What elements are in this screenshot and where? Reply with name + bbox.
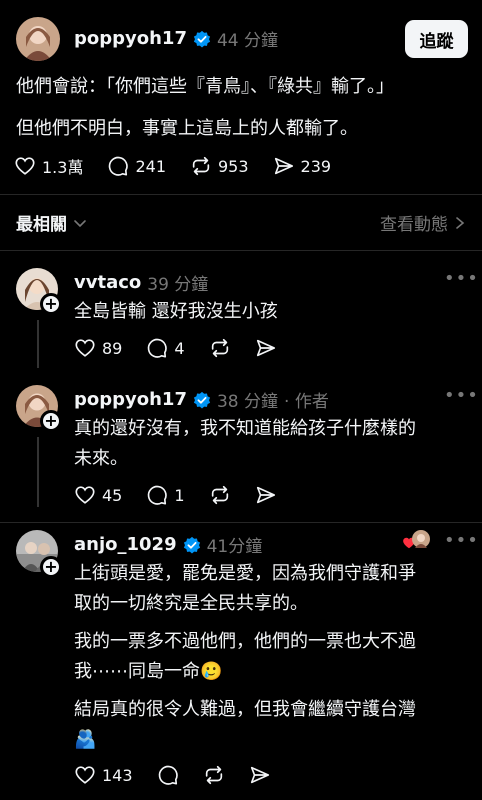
share-button[interactable] — [249, 764, 271, 786]
reply-body-line: 全島皆輸 還好我沒生小孩 — [74, 301, 278, 322]
view-activity-label: 查看動態 — [380, 215, 448, 235]
share-button[interactable] — [255, 484, 277, 506]
reply-body-line: 真的還好沒有，我不知道能給孩子什麼樣的 — [74, 418, 416, 439]
heart-icon — [75, 486, 95, 504]
reply-body-line: 未來。 — [74, 448, 128, 469]
avatar[interactable] — [16, 17, 60, 61]
reply-actions: 143 — [74, 764, 295, 786]
comment-button[interactable]: 241 — [107, 155, 166, 177]
repost-count: 953 — [218, 156, 249, 176]
view-activity-link[interactable]: 查看動態 — [380, 210, 466, 235]
repost-button[interactable] — [203, 764, 225, 786]
post-time: 44 分鐘 — [216, 31, 279, 51]
divider — [0, 522, 482, 523]
share-count: 239 — [300, 156, 332, 176]
repost-button[interactable] — [209, 337, 231, 359]
follow-button-label: 追蹤 — [419, 31, 454, 52]
more-options-icon[interactable]: ••• — [444, 268, 479, 289]
repost-icon — [211, 338, 228, 358]
send-icon — [250, 766, 269, 784]
post-username[interactable]: poppyoh17 — [74, 28, 187, 49]
comment-count: 4 — [174, 338, 185, 358]
comment-count: 241 — [135, 156, 166, 176]
repost-button[interactable]: 953 — [190, 155, 249, 177]
heart-icon — [75, 766, 95, 784]
verified-badge-icon — [193, 391, 211, 408]
verified-badge-icon — [183, 536, 200, 553]
more-options-icon[interactable]: ••• — [444, 530, 479, 551]
comment-icon — [148, 485, 168, 505]
reply-username[interactable]: vvtaco — [74, 272, 141, 293]
follow-plus-icon[interactable]: + — [40, 410, 62, 432]
sort-dropdown[interactable]: 最相關 — [16, 210, 87, 235]
verified-badge-icon — [193, 30, 211, 47]
chevron-right-icon — [456, 216, 465, 229]
thread-line — [37, 437, 39, 507]
comment-icon — [148, 338, 168, 358]
reply-body-line: 🫂 — [74, 729, 97, 750]
reply-time: 39 分鐘 — [147, 275, 209, 295]
liked-by-author-indicator — [402, 530, 430, 552]
chevron-down-icon — [74, 219, 86, 227]
post-body-line-2: 但他們不明白，事實上這島上的人都輸了。 — [16, 118, 358, 139]
like-button[interactable]: 89 — [74, 337, 122, 359]
comment-button[interactable] — [157, 764, 179, 786]
repost-button[interactable] — [209, 484, 231, 506]
reply-actions: 89 4 — [74, 337, 301, 359]
follow-plus-icon[interactable]: + — [40, 556, 62, 578]
divider — [0, 194, 482, 195]
repost-icon — [211, 485, 228, 505]
author-tag: · 作者 — [284, 392, 329, 412]
repost-icon — [205, 765, 222, 785]
post-body-line-1: 他們會說：「你們這些『青鳥』、『綠共』輸了。」 — [16, 76, 394, 97]
send-icon — [274, 157, 293, 175]
follow-button[interactable]: 追蹤 — [405, 20, 468, 58]
repost-icon — [192, 156, 210, 176]
reply-body-line: 取的一切終究是全民共享的。 — [74, 593, 308, 614]
reply-body-line: 我的一票多不過他們，他們的一票也大不過 — [74, 631, 416, 652]
like-count: 45 — [102, 485, 123, 505]
more-options-icon[interactable]: ••• — [444, 385, 479, 406]
reply-time: 38 分鐘 — [216, 392, 279, 412]
reply-body-line: 結局真的很令人難過，但我會繼續守護台灣 — [74, 699, 416, 720]
reply-actions: 45 1 — [74, 484, 301, 506]
sort-label: 最相關 — [16, 215, 67, 235]
like-button[interactable]: 45 — [74, 484, 122, 506]
share-button[interactable]: 239 — [273, 155, 332, 177]
like-button[interactable]: 143 — [74, 764, 133, 786]
like-count: 143 — [102, 765, 133, 785]
comment-icon — [109, 156, 129, 176]
send-icon — [256, 339, 275, 357]
divider — [0, 250, 482, 251]
comment-button[interactable]: 4 — [146, 337, 185, 359]
comment-icon — [158, 765, 178, 785]
like-count: 89 — [102, 338, 123, 358]
reply-username[interactable]: anjo_1029 — [74, 534, 177, 555]
author-mini-avatar — [412, 530, 430, 548]
thread-line — [37, 320, 39, 368]
send-icon — [256, 486, 275, 504]
reply-body-line: 上街頭是愛，罷免是愛，因為我們守護和爭 — [74, 563, 416, 584]
comment-button[interactable]: 1 — [146, 484, 185, 506]
like-count: 1.3萬 — [42, 158, 84, 177]
reply-body-line: 我⋯⋯同島一命🥲 — [74, 661, 223, 682]
heart-icon — [75, 339, 95, 357]
post-actions: 1.3萬 241 953 239 — [14, 154, 355, 178]
reply-time: 41分鐘 — [206, 537, 263, 557]
comment-count: 1 — [174, 485, 185, 505]
reply-username[interactable]: poppyoh17 — [74, 389, 187, 410]
share-button[interactable] — [255, 337, 277, 359]
follow-plus-icon[interactable]: + — [40, 293, 62, 315]
heart-icon — [15, 157, 35, 175]
like-button[interactable]: 1.3萬 — [14, 154, 83, 178]
